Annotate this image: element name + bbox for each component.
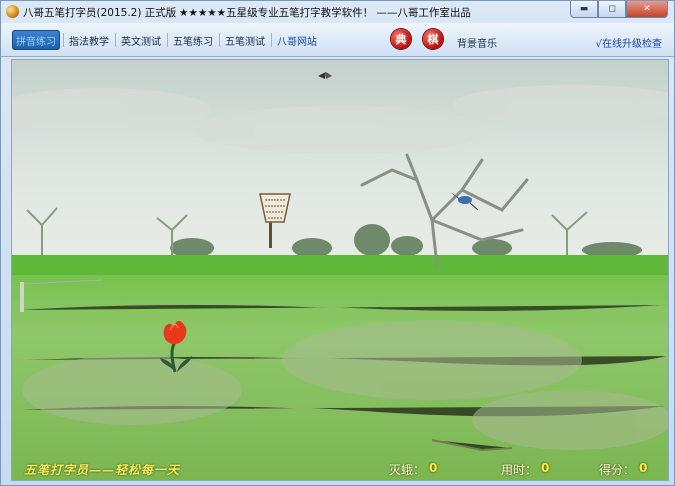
separator [63,33,64,47]
separator [219,33,220,47]
window-controls: ▬ ◻ ✕ [570,1,668,18]
close-icon: ✕ [643,4,651,14]
tab-bage-website[interactable]: 八哥网站 [274,30,320,50]
score-label: 得分： [599,463,636,477]
time-label: 用时： [501,463,538,477]
separator [115,33,116,47]
separator [167,33,168,47]
app-icon[interactable] [6,5,19,18]
game-slogan: 五笔打字员——轻松每一天 [24,463,181,477]
chess-button[interactable]: 棋 [423,29,443,49]
score-value: 0 [639,461,648,475]
kills-value: 0 [429,461,438,475]
scene-background [12,60,668,480]
title-bar: 八哥五笔打字员(2015.2) 正式版 ★★★★★五星级专业五笔打字教学软件！ … [1,1,674,22]
tab-english-test[interactable]: 英文测试 [118,30,164,50]
window-slogan: ★★★★★五星级专业五笔打字教学软件！ ——八哥工作室出品 [179,7,471,19]
close-button[interactable]: ✕ [626,1,668,18]
toolbar: 拼音练习 指法教学 英文测试 五笔练习 五笔测试 八哥网站 典 棋 背景音乐 √… [1,23,674,57]
status-bar: 五笔打字员——轻松每一天 灭蛾： 0 用时： 0 得分： 0 [12,458,668,480]
tab-fingering-lesson[interactable]: 指法教学 [66,30,112,50]
window-title: 八哥五笔打字员(2015.2) 正式版 [23,7,177,19]
tab-wubi-test[interactable]: 五笔测试 [222,30,268,50]
maximize-icon: ◻ [608,4,616,14]
app-window: 八哥五笔打字员(2015.2) 正式版 ★★★★★五星级专业五笔打字教学软件！ … [0,0,675,486]
background-music-button[interactable]: 背景音乐 [457,35,497,50]
kills-label: 灭蛾： [389,463,426,477]
separator [271,33,272,47]
time-value: 0 [541,461,550,475]
tab-wubi-practice[interactable]: 五笔练习 [170,30,216,50]
minimize-button[interactable]: ▬ [570,1,598,18]
dictionary-button[interactable]: 典 [391,29,411,49]
meadow-horizon [12,255,668,275]
tab-pinyin-practice[interactable]: 拼音练习 [12,30,60,50]
minimize-icon: ▬ [579,4,589,14]
online-upgrade-link[interactable]: √在线升级检查 [596,35,662,50]
game-scene[interactable]: 五笔打字员——轻松每一天 灭蛾： 0 用时： 0 得分： 0 [11,59,669,481]
maximize-button[interactable]: ◻ [598,1,626,18]
